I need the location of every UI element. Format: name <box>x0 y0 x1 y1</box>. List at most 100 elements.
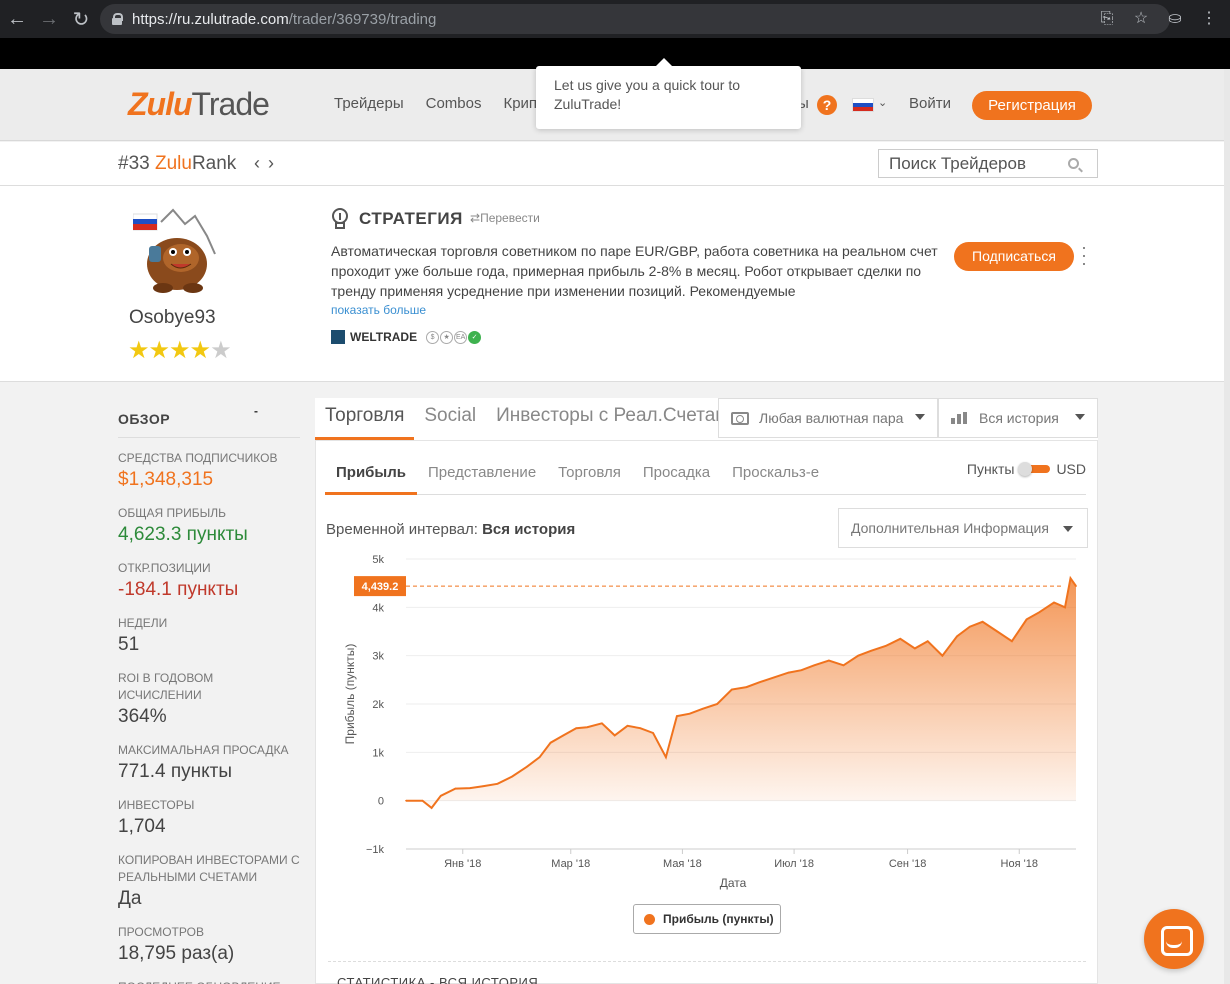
data-point <box>1053 601 1055 604</box>
reload-icon[interactable]: ↻ <box>66 4 96 34</box>
unit-switch[interactable] <box>1018 462 1051 476</box>
rank-nav: ‹› <box>254 153 282 174</box>
chat-icon[interactable] <box>1144 909 1204 969</box>
x-tick-label: Мая '18 <box>663 858 702 870</box>
ea-badge-icon: EA <box>454 330 468 344</box>
russian-flag-icon[interactable] <box>852 98 874 112</box>
nav-traders[interactable]: Трейдеры <box>334 95 404 112</box>
stat-value: -184.1 пункты <box>118 579 239 600</box>
overview-sidebar: ОБЗОР - Средства подписчиков $1,348,315 Об… <box>118 400 300 984</box>
x-tick-label: Сен '18 <box>889 858 927 870</box>
chart-legend[interactable]: Прибыль (пункты) <box>633 904 781 934</box>
currency-pair-filter[interactable]: Любая валютная пара <box>718 398 938 438</box>
data-point <box>538 756 541 758</box>
data-point <box>828 659 830 662</box>
broker-info: WELTRADE $ ★ EA ✓ <box>331 330 482 344</box>
y-tick-label: 5k <box>372 554 384 566</box>
register-button[interactable]: Регистрация <box>972 91 1092 120</box>
data-point <box>526 766 528 768</box>
stat-label: Максимальная просадка <box>118 743 289 757</box>
data-point <box>511 775 513 778</box>
data-point <box>914 647 916 650</box>
data-point <box>639 727 642 729</box>
unit-usd-label: USD <box>1056 461 1086 477</box>
browser-toolbar: ← → ↻ https://ru.zulutrade.com/trader/36… <box>0 0 1230 38</box>
unit-points-label: Пункты <box>966 461 1015 477</box>
nav-combos[interactable]: Combos <box>426 95 482 112</box>
chart-panel: Прибыль Представление Торговля Просадка … <box>315 440 1098 984</box>
current-value-label: 4,439.2 <box>362 581 399 593</box>
back-icon[interactable]: ← <box>2 4 32 34</box>
x-tick-label: Июл '18 <box>774 858 814 870</box>
tab-trading[interactable]: Торговля <box>315 398 415 440</box>
subscribe-button[interactable]: Подписаться <box>954 242 1074 271</box>
tab-investors[interactable]: Инвесторы с Реал.Счетам <box>486 398 738 440</box>
tab-performance[interactable]: Представление <box>417 449 547 495</box>
data-point <box>549 741 552 744</box>
tab-profit[interactable]: Прибыль <box>325 449 417 495</box>
tab-drawdown[interactable]: Просадка <box>632 449 721 495</box>
currency-icon <box>731 411 749 425</box>
stat-value: Да <box>118 888 142 909</box>
y-axis-title: Прибыль (пункты) <box>343 644 357 745</box>
help-icon[interactable]: ? <box>817 95 837 115</box>
data-point <box>941 654 944 657</box>
x-tick-label: Ноя '18 <box>1001 858 1038 870</box>
data-point <box>405 799 407 802</box>
chevron-down-icon[interactable]: ⌄ <box>878 96 887 109</box>
rank-bar: #33 ZuluRank ‹› <box>0 142 1230 186</box>
translate-icon[interactable]: ⎘ <box>1096 4 1118 34</box>
bar-chart-icon <box>951 412 967 424</box>
history-filter[interactable]: Вся история <box>938 398 1098 438</box>
translate-link[interactable]: ⇄Перевести <box>470 211 540 225</box>
star-badge-icon: ★ <box>440 330 454 344</box>
tab-social[interactable]: Social <box>414 398 486 440</box>
main-tabs: Торговля Social Инвесторы с Реал.Счетам <box>315 398 738 440</box>
bookmark-star-icon[interactable]: ☆ <box>1130 4 1152 34</box>
show-more-link[interactable]: показать больше <box>331 303 426 317</box>
zulutrade-logo[interactable]: ZuluTrade <box>128 86 270 123</box>
address-bar[interactable]: https://ru.zulutrade.com/trader/369739/t… <box>100 4 1170 34</box>
url-path: /trader/369739/trading <box>288 10 437 28</box>
menu-icon[interactable]: ⋮ <box>1198 4 1220 34</box>
y-tick-label: −1k <box>366 844 385 856</box>
stat-value: 364% <box>118 706 167 727</box>
more-options-icon[interactable]: · · · <box>1080 238 1088 272</box>
star-filled-icon: ★ <box>128 337 149 364</box>
chevron-left-icon[interactable]: ‹ <box>254 153 268 173</box>
data-point <box>884 645 887 647</box>
forward-icon[interactable]: → <box>34 4 64 34</box>
overview-stat: ROI в годовом исчислении 364% <box>118 670 300 730</box>
stat-label: Средства подписчиков <box>118 451 278 465</box>
data-point <box>676 715 678 717</box>
lightbulb-icon <box>332 208 348 229</box>
stat-label: Последнее обновление <box>118 979 300 984</box>
y-tick-label: 1k <box>372 747 384 759</box>
data-point <box>665 756 667 758</box>
trader-search-input[interactable] <box>879 150 1059 177</box>
collapse-toggle[interactable]: - <box>254 404 259 418</box>
data-point <box>562 734 565 737</box>
login-link[interactable]: Войти <box>909 95 951 112</box>
tab-slippage[interactable]: Проскальз-е <box>721 449 830 495</box>
data-point <box>800 669 803 671</box>
stat-value: 4,623.3 пункты <box>118 524 248 545</box>
zulurank-label: #33 ZuluRank <box>118 153 237 174</box>
data-point <box>652 732 654 734</box>
chevron-right-icon[interactable]: › <box>268 153 282 173</box>
extra-info-dropdown[interactable]: Дополнительная Информация <box>838 508 1088 548</box>
y-tick-label: 2k <box>372 699 384 711</box>
star-filled-icon: ★ <box>189 337 211 364</box>
data-point <box>482 785 484 787</box>
tab-trades[interactable]: Торговля <box>547 449 632 495</box>
stat-label: Просмотров <box>118 925 204 939</box>
tour-popup[interactable]: Let us give you a quick tour to ZuluTrad… <box>536 58 801 129</box>
extension-icon[interactable]: ⛀ <box>1164 4 1186 34</box>
caret-down-icon <box>1063 526 1073 532</box>
data-point <box>731 688 733 691</box>
dollar-badge-icon: $ <box>426 330 440 344</box>
overview-stat: Общая прибыль 4,623.3 пункты <box>118 505 300 548</box>
search-icon[interactable] <box>1068 158 1079 169</box>
scrollbar[interactable] <box>1224 69 1230 984</box>
data-point <box>430 807 433 809</box>
